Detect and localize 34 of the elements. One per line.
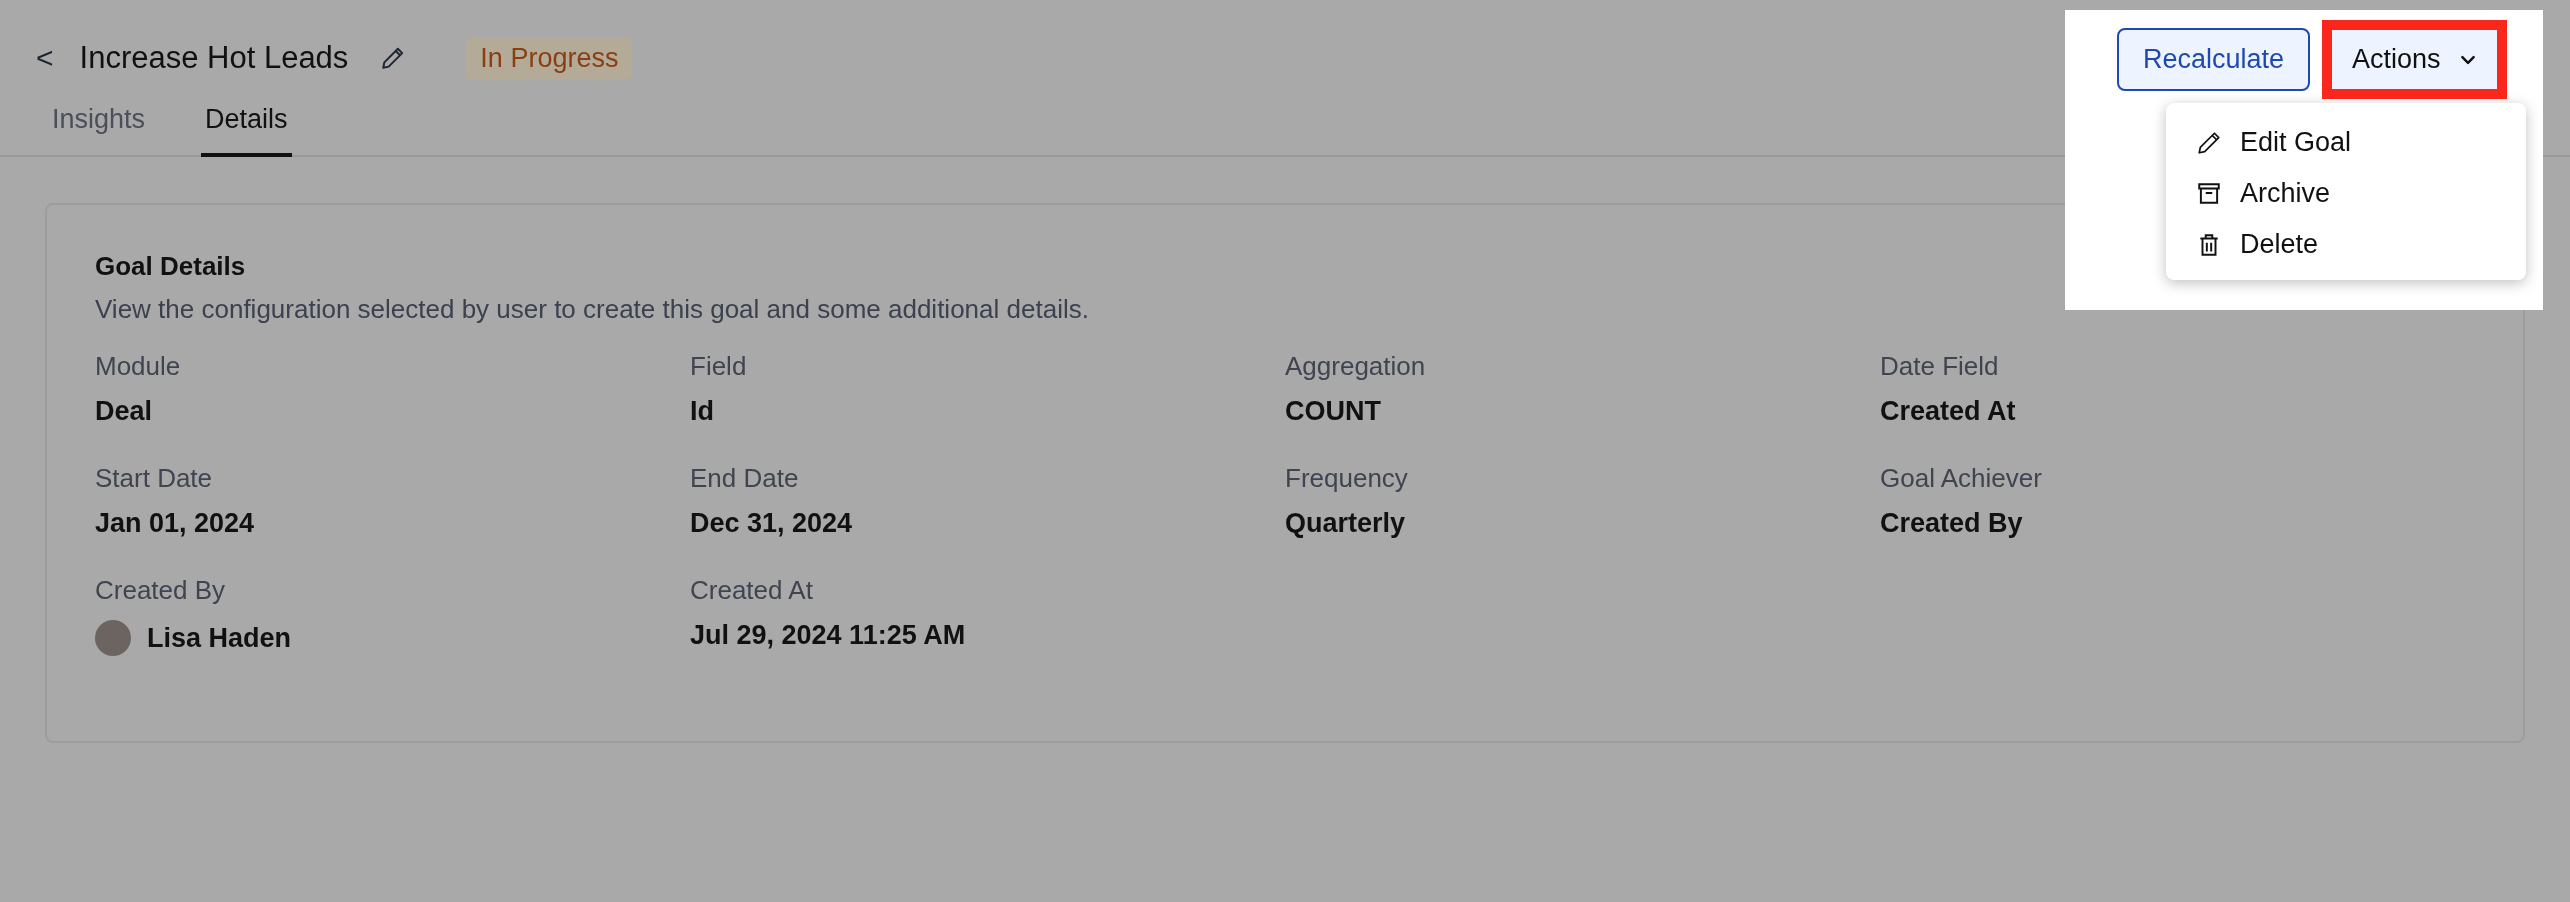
tab[interactable]: Details [201,104,292,157]
archive-box-icon [2196,180,2222,207]
field-value: Jul 29, 2024 11:25 AM [690,620,966,651]
field-value: Quarterly [1285,508,1406,539]
field-label: Created At [690,575,813,606]
page-title: Increase Hot Leads [79,40,349,76]
field-value: Lisa Haden [147,622,292,654]
field-label: Aggregation [1285,351,1426,382]
menu-item[interactable]: Edit Goal [2166,117,2526,168]
back-button[interactable]: < [36,41,54,75]
actions-button[interactable]: Actions [2332,30,2497,89]
field-label: Start Date [95,463,213,494]
field-label: Created By [95,575,226,606]
avatar-icon [95,620,131,656]
field-value: Id [690,396,714,427]
menu-item[interactable]: Archive [2166,168,2526,219]
field-value: Jan 01, 2024 [95,508,255,539]
field-label: End Date [690,463,799,494]
field-value: Dec 31, 2024 [690,508,853,539]
status-badge: In Progress [466,36,633,80]
field-label: Module [95,351,181,382]
recalculate-button[interactable]: Recalculate [2117,28,2311,91]
field-label: Field [690,351,747,382]
field-value: Created By [1880,508,2023,539]
field-label: Frequency [1285,463,1408,494]
field-label: Date Field [1880,351,1999,382]
card-title: Goal Details [95,251,247,282]
field-label: Goal Achiever [1880,463,2042,494]
field-value: Deal [95,396,153,427]
field-value: Created At [1880,396,2016,427]
field-value: COUNT [1285,396,1381,427]
menu-item[interactable]: Delete [2166,219,2526,270]
pencil-icon [2196,129,2222,156]
card-description: View the configuration selected by user to create this goal and some additional details. [95,294,1090,325]
